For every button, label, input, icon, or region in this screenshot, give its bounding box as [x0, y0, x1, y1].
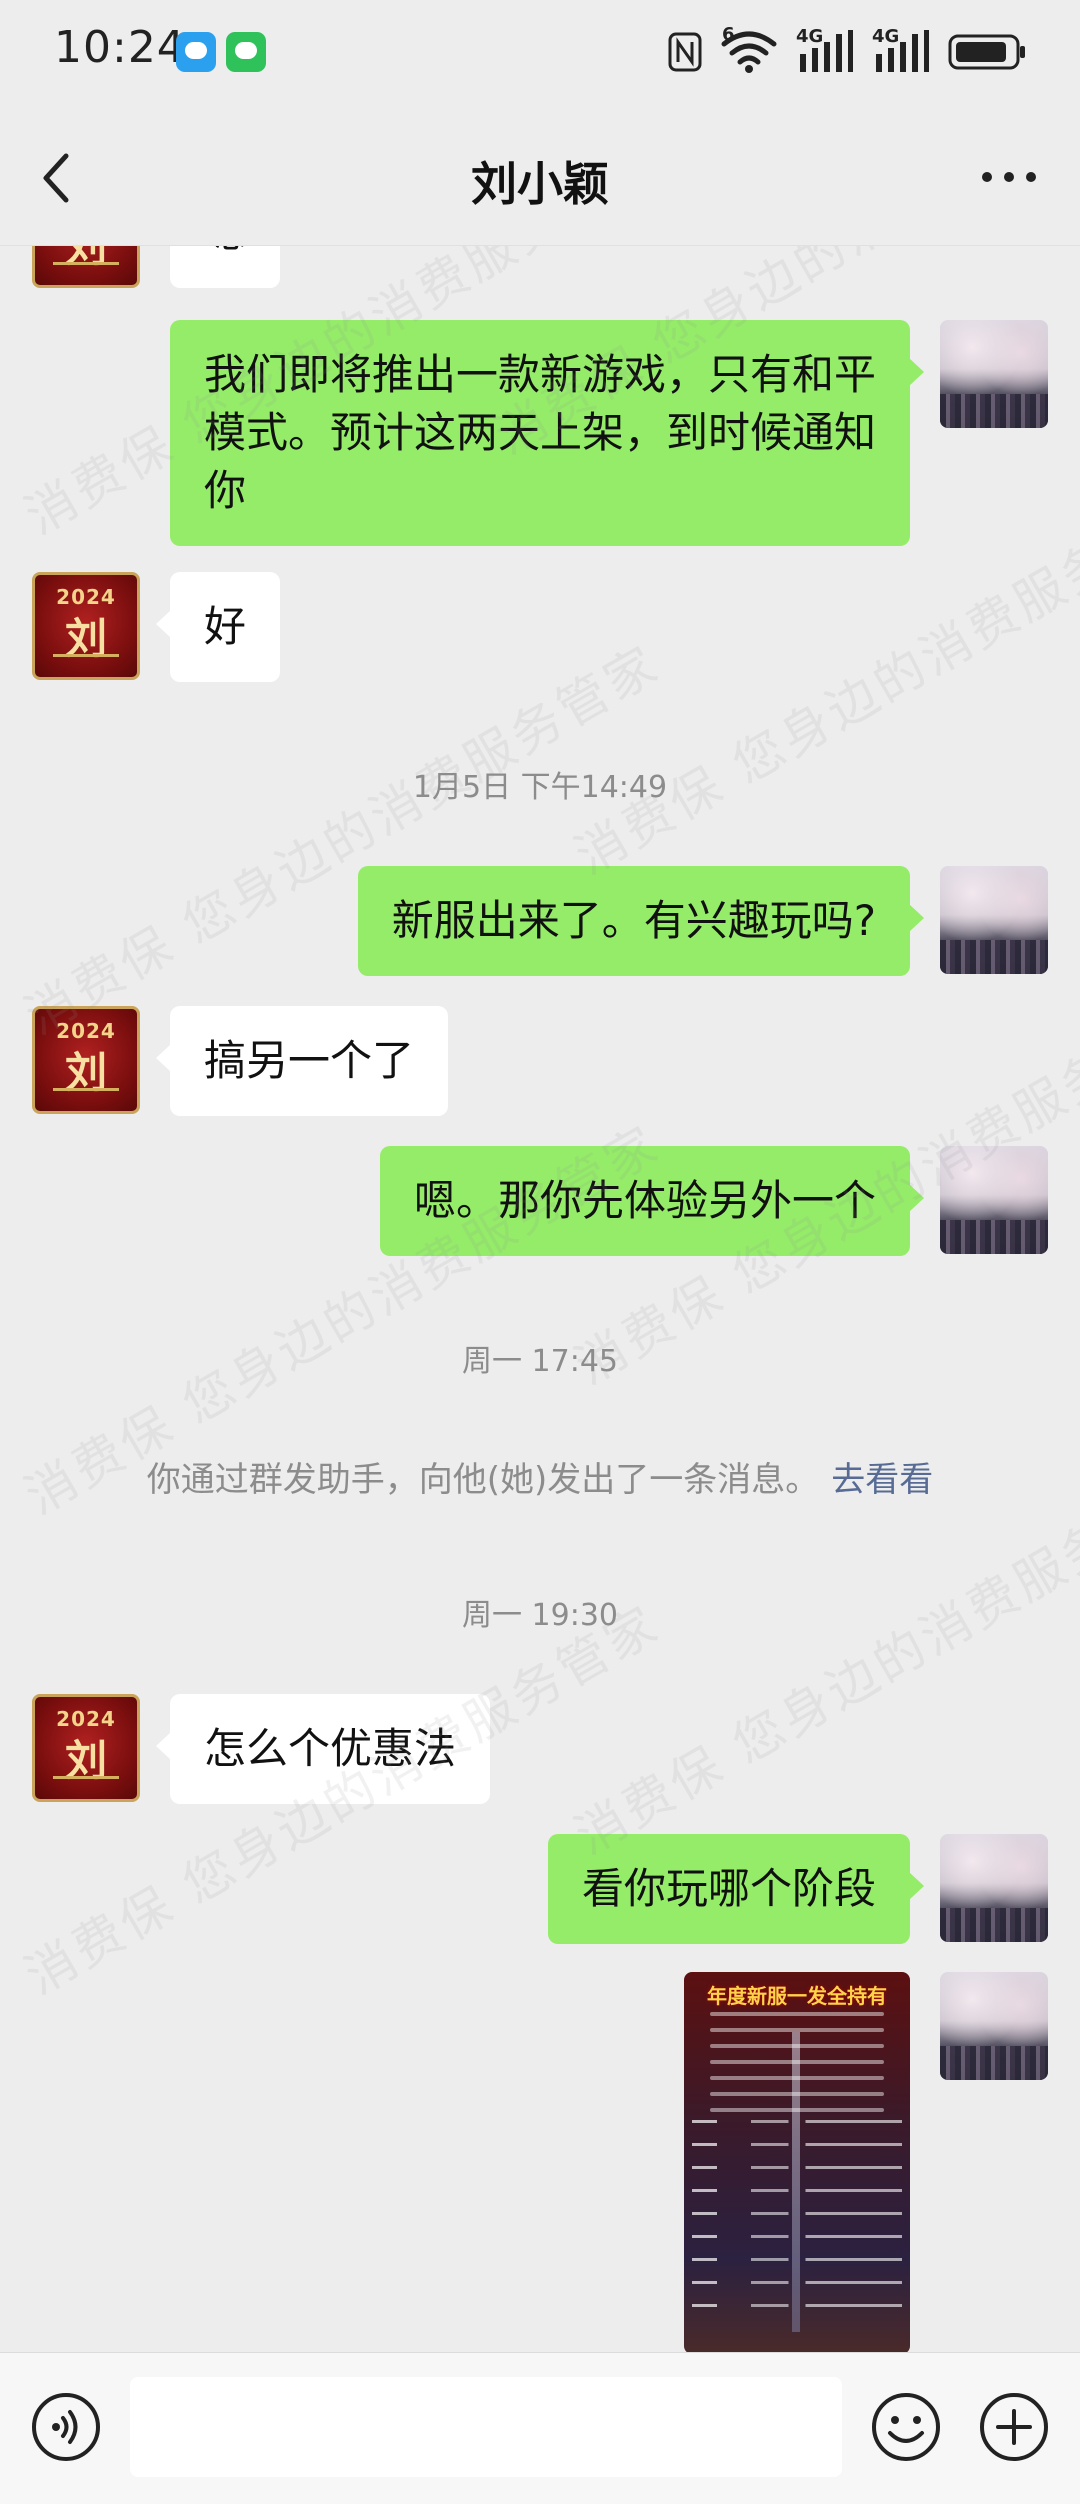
signal-icon: 4G	[796, 26, 854, 74]
voice-button[interactable]	[30, 2391, 102, 2463]
message-text: 嗯。那你先体验另外一个	[413, 1176, 876, 1225]
chat-title: 刘小颖	[471, 157, 609, 211]
emoji-icon	[872, 2393, 940, 2461]
my-avatar[interactable]	[940, 1146, 1048, 1254]
status-icons: 6 4G 4G	[668, 24, 1028, 76]
nfc-icon	[668, 32, 702, 72]
message-input[interactable]	[130, 2377, 842, 2477]
message-bubble-received[interactable]: 好	[155, 572, 281, 682]
message-bubble-sent[interactable]: 我们即将推出一款新游戏，只有和平模式。预计这两天上架，到时候通知你	[170, 320, 924, 546]
battery-icon	[948, 34, 1025, 70]
qq-icon	[176, 32, 216, 72]
chat-header: 刘小颖	[0, 104, 1080, 246]
message-bubble-received[interactable]: 搞另一个了	[155, 1006, 449, 1116]
status-bar: 10:24 6 4G 4G	[0, 0, 1080, 104]
message-text: 我们即将推出一款新游戏，只有和平模式。预计这两天上架，到时候通知你	[204, 350, 877, 515]
message-bubble-sent[interactable]: 新服出来了。有兴趣玩吗?	[357, 866, 925, 976]
system-message: 你通过群发助手，向他(她)发出了一条消息。 去看看	[0, 1452, 1080, 1501]
my-avatar[interactable]	[940, 1834, 1048, 1942]
contact-avatar[interactable]: 2024 刘	[32, 1694, 140, 1802]
my-avatar[interactable]	[940, 320, 1048, 428]
input-bar	[0, 2352, 1080, 2504]
message-bubble-received[interactable]: 怎么个优惠法	[155, 1694, 491, 1804]
timestamp: 周一 19:30	[462, 1598, 618, 1633]
wechat-icon	[226, 32, 266, 72]
poster-title: 年度新服一发全持有	[707, 1984, 887, 2008]
status-time: 10:24	[54, 22, 186, 73]
message-text: 搞另一个了	[204, 1036, 415, 1085]
view-link[interactable]: 去看看	[831, 1460, 933, 1500]
message-text: 好	[204, 602, 247, 651]
my-avatar[interactable]	[940, 866, 1048, 974]
image-message[interactable]: 年度新服一发全持有	[684, 1972, 910, 2354]
wifi-label: 6	[722, 24, 735, 45]
plus-icon	[980, 2393, 1048, 2461]
signal-icon-2: 4G	[872, 26, 930, 74]
message-bubble-sent[interactable]: 嗯。那你先体验另外一个	[379, 1146, 925, 1256]
more-button[interactable]	[980, 166, 1040, 186]
message-text: 新服出来了。有兴趣玩吗?	[391, 896, 876, 945]
contact-avatar[interactable]: 2024 刘	[32, 572, 140, 680]
wifi-icon: 6	[720, 24, 778, 74]
contact-avatar[interactable]: 2024 刘	[32, 1006, 140, 1114]
message-bubble-sent[interactable]: 看你玩哪个阶段	[547, 1834, 925, 1944]
voice-icon	[32, 2393, 100, 2461]
timestamp: 1月5日 下午14:49	[412, 770, 668, 805]
watermark: 消费保 您身边的消费服务管家	[15, 634, 670, 1046]
timestamp: 周一 17:45	[462, 1344, 618, 1379]
watermark: 消费保 您身边的消费服务管家	[565, 1454, 1080, 1866]
message-text: 看你玩哪个阶段	[581, 1864, 876, 1913]
my-avatar[interactable]	[940, 1972, 1048, 2080]
more-dots-icon	[982, 172, 992, 182]
watermark-layer: 消费保 您身边的消费服务管家 消费保 您身边的消费服务管家 消费保 您身边的消费…	[0, 246, 1080, 2346]
emoji-button[interactable]	[870, 2391, 942, 2463]
message-text: 怎么个优惠法	[204, 1724, 457, 1773]
system-message-text: 你通过群发助手，向他(她)发出了一条消息。	[146, 1460, 820, 1500]
plus-button[interactable]	[978, 2391, 1050, 2463]
